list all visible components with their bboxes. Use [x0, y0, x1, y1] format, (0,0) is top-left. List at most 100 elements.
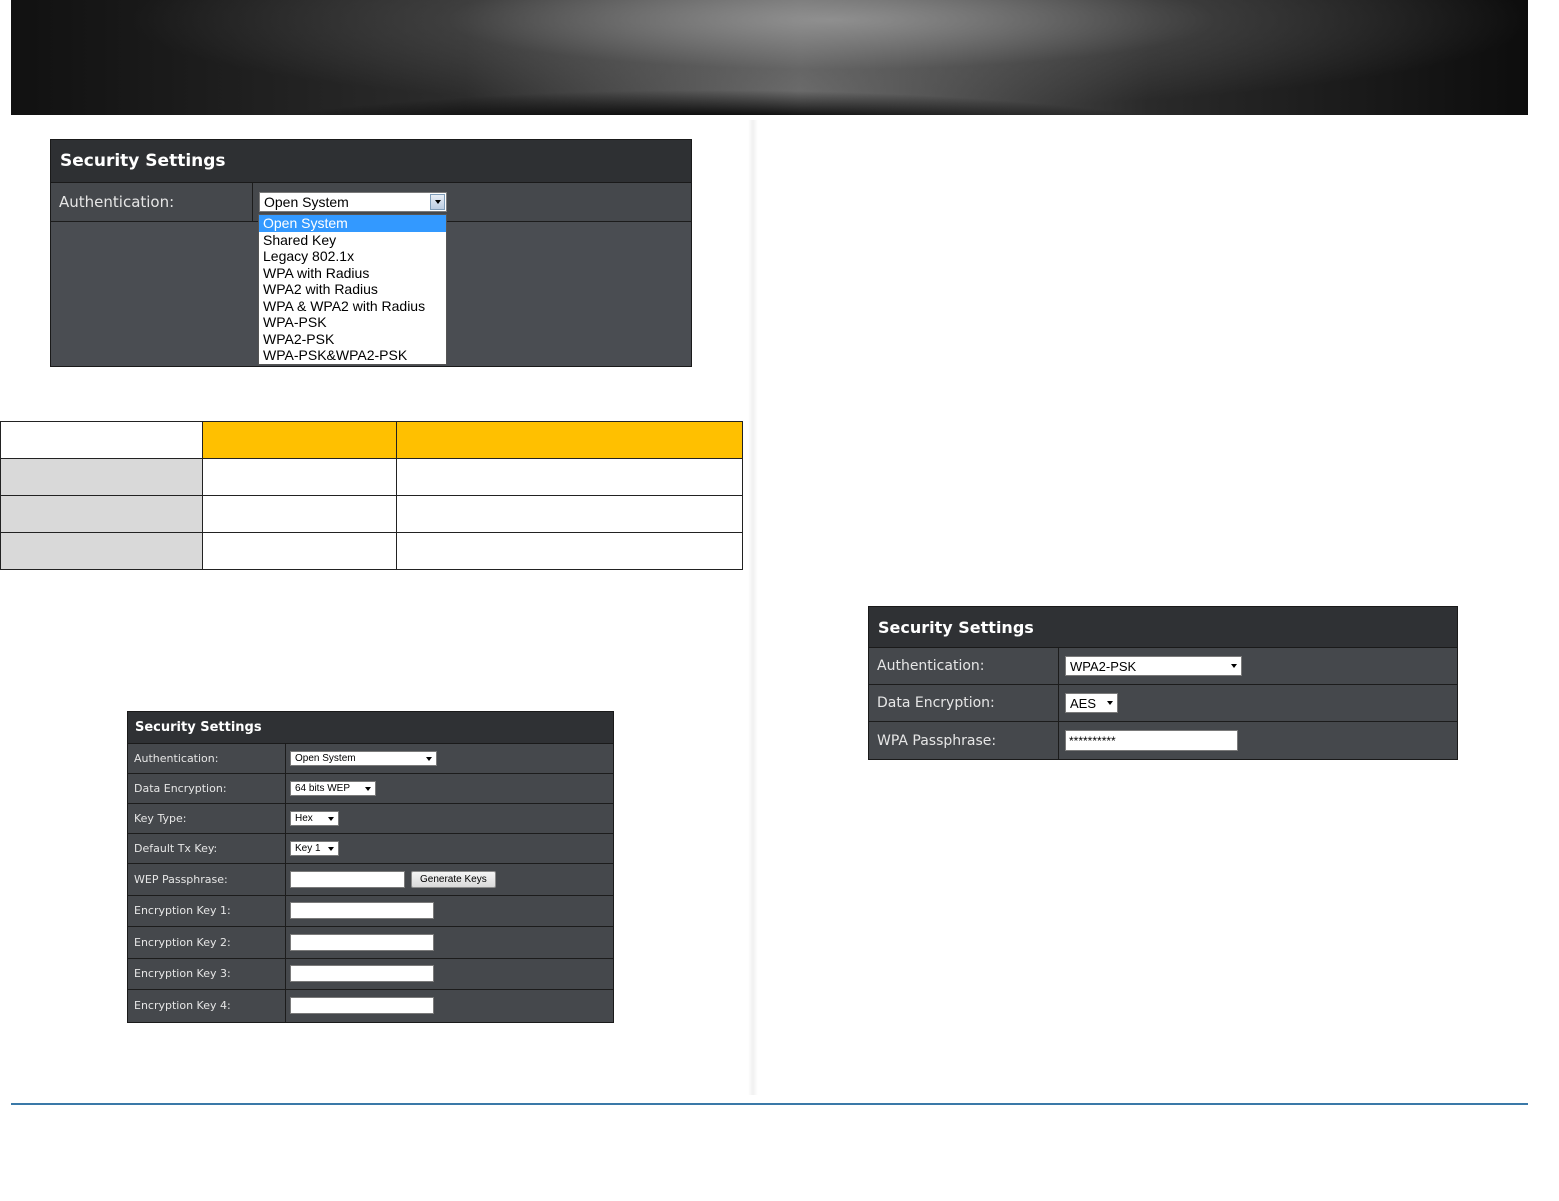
data-encryption-label: Data Encryption:: [869, 685, 1059, 721]
encryption-key-1-value-cell: [286, 895, 613, 926]
key-type-label: Key Type:: [128, 804, 286, 833]
chevron-down-icon[interactable]: [324, 846, 338, 851]
wep-passphrase-input[interactable]: [290, 870, 405, 888]
table-cell: [202, 495, 397, 533]
key-type-select[interactable]: Hex: [290, 811, 339, 826]
authentication-label: Authentication:: [869, 648, 1059, 684]
key-type-row: Key Type: Hex: [128, 804, 613, 834]
chevron-down-icon[interactable]: [430, 194, 445, 210]
data-encryption-select-value: 64 bits WEP: [295, 783, 351, 794]
encryption-key-3-label: Encryption Key 3:: [128, 958, 286, 989]
authentication-select-value: Open System: [295, 753, 356, 764]
encryption-key-4-row: Encryption Key 4:: [128, 990, 613, 1022]
wep-passphrase-label: WEP Passphrase:: [128, 864, 286, 895]
table-row: [0, 532, 743, 570]
table-cell: [0, 458, 203, 496]
data-encryption-select-value: AES: [1070, 695, 1097, 711]
column-divider: [748, 120, 758, 1095]
authentication-label: Authentication:: [128, 744, 286, 773]
table-cell: [0, 495, 203, 533]
encryption-key-2-label: Encryption Key 2:: [128, 927, 286, 958]
encryption-key-4-input[interactable]: [290, 997, 434, 1015]
wep-passphrase-value-cell: Generate Keys: [286, 864, 613, 895]
chevron-down-icon[interactable]: [1103, 701, 1117, 705]
dropdown-option-wpa-radius[interactable]: WPA with Radius: [259, 265, 446, 282]
data-encryption-row: Data Encryption: AES: [869, 685, 1457, 722]
table-cell: [0, 532, 203, 570]
panel-title: Security Settings: [128, 712, 613, 744]
authentication-select-value: WPA2-PSK: [1070, 658, 1137, 674]
key-type-value-cell: Hex: [286, 804, 613, 833]
encryption-key-2-value-cell: [286, 927, 613, 958]
generate-keys-button[interactable]: Generate Keys: [411, 870, 496, 888]
panel-title: Security Settings: [869, 607, 1457, 648]
table-cell: [396, 495, 743, 533]
encryption-key-3-value-cell: [286, 958, 613, 989]
chevron-down-icon[interactable]: [324, 816, 338, 821]
authentication-value-cell: WPA2-PSK: [1059, 648, 1457, 684]
dropdown-option-legacy-8021x[interactable]: Legacy 802.1x: [259, 248, 446, 265]
chevron-down-icon[interactable]: [361, 786, 375, 791]
encryption-key-4-label: Encryption Key 4:: [128, 990, 286, 1022]
data-encryption-select[interactable]: 64 bits WEP: [290, 781, 376, 796]
authentication-select-value: Open System: [264, 194, 349, 210]
dropdown-option-wpa-psk-wpa2-psk[interactable]: WPA-PSK&WPA2-PSK: [259, 347, 446, 364]
wpa-passphrase-value-cell: **********: [1059, 722, 1457, 759]
table-cell: [202, 532, 397, 570]
security-settings-panel-wep: Security Settings Authentication: Open S…: [127, 711, 614, 1023]
authentication-dropdown-list: Open System Shared Key Legacy 802.1x WPA…: [258, 214, 447, 365]
data-encryption-row: Data Encryption: 64 bits WEP: [128, 774, 613, 804]
dropdown-option-wpa-wpa2-radius[interactable]: WPA & WPA2 with Radius: [259, 298, 446, 315]
authentication-select[interactable]: Open System: [259, 192, 447, 212]
footer-divider: [11, 1103, 1528, 1105]
table-header-row: [0, 421, 743, 459]
chevron-down-icon[interactable]: [1227, 664, 1241, 668]
encryption-key-4-value-cell: [286, 990, 613, 1022]
default-tx-key-select-value: Key 1: [295, 843, 321, 854]
table-row: [0, 495, 743, 533]
security-settings-panel-wpa2: Security Settings Authentication: WPA2-P…: [868, 606, 1458, 760]
encryption-key-1-input[interactable]: [290, 902, 434, 920]
table-cell: [396, 532, 743, 570]
data-encryption-value-cell: 64 bits WEP: [286, 774, 613, 803]
key-type-select-value: Hex: [295, 813, 313, 824]
wpa-passphrase-input[interactable]: **********: [1065, 730, 1238, 751]
table-header-cell: [396, 421, 743, 459]
default-tx-key-value-cell: Key 1: [286, 834, 613, 863]
data-encryption-value-cell: AES: [1059, 685, 1457, 721]
wep-passphrase-row: WEP Passphrase: Generate Keys: [128, 864, 613, 896]
dropdown-option-open-system[interactable]: Open System: [259, 215, 446, 232]
data-encryption-select[interactable]: AES: [1065, 693, 1118, 713]
authentication-select[interactable]: WPA2-PSK: [1065, 656, 1242, 676]
chevron-down-icon[interactable]: [422, 756, 436, 761]
panel-title: Security Settings: [51, 140, 691, 183]
table-header-cell: [202, 421, 397, 459]
encryption-key-3-row: Encryption Key 3:: [128, 958, 613, 990]
default-tx-key-row: Default Tx Key: Key 1: [128, 834, 613, 864]
table-cell: [202, 458, 397, 496]
table-header-cell: [0, 421, 203, 459]
encryption-key-2-row: Encryption Key 2:: [128, 927, 613, 959]
authentication-value-cell: Open System: [286, 744, 613, 773]
authentication-select[interactable]: Open System: [290, 751, 437, 766]
dropdown-option-wpa2-psk[interactable]: WPA2-PSK: [259, 331, 446, 348]
dropdown-option-wpa-psk[interactable]: WPA-PSK: [259, 314, 446, 331]
wpa-passphrase-label: WPA Passphrase:: [869, 722, 1059, 759]
encryption-key-3-input[interactable]: [290, 965, 434, 983]
info-table: [0, 421, 743, 570]
dropdown-option-shared-key[interactable]: Shared Key: [259, 232, 446, 249]
default-tx-key-label: Default Tx Key:: [128, 834, 286, 863]
header-banner: [11, 0, 1528, 115]
data-encryption-label: Data Encryption:: [128, 774, 286, 803]
wpa-passphrase-row: WPA Passphrase: **********: [869, 722, 1457, 759]
encryption-key-1-label: Encryption Key 1:: [128, 895, 286, 926]
default-tx-key-select[interactable]: Key 1: [290, 841, 339, 856]
authentication-row: Authentication: WPA2-PSK: [869, 648, 1457, 685]
authentication-label: Authentication:: [51, 183, 253, 221]
dropdown-option-wpa2-radius[interactable]: WPA2 with Radius: [259, 281, 446, 298]
encryption-key-2-input[interactable]: [290, 933, 434, 951]
table-cell: [396, 458, 743, 496]
table-row: [0, 458, 743, 496]
authentication-row: Authentication: Open System: [128, 744, 613, 774]
encryption-key-1-row: Encryption Key 1:: [128, 895, 613, 927]
